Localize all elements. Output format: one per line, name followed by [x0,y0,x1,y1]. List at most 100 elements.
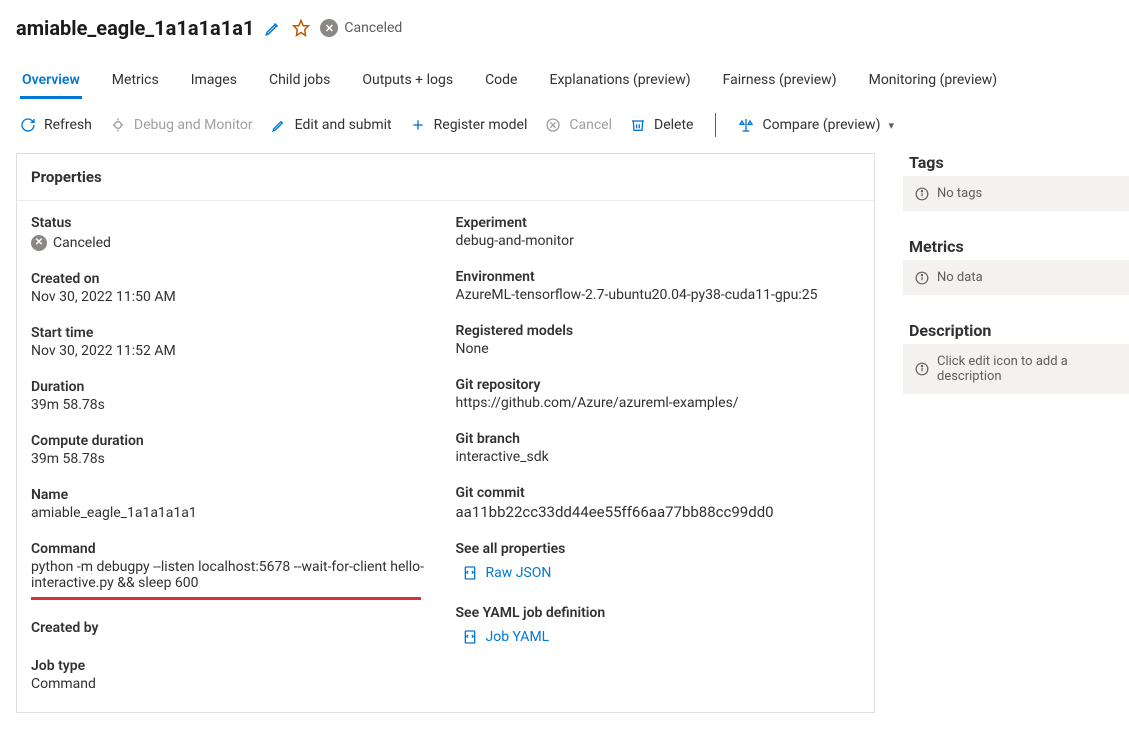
tab-outputs-logs[interactable]: Outputs + logs [360,64,455,99]
edit-title-icon[interactable] [264,19,282,37]
field-duration: Duration 39m 58.78s [31,379,436,413]
field-git-repository: Git repository https://github.com/Azure/… [456,377,861,411]
compare-label: Compare (preview) [762,117,880,133]
trash-icon [630,117,646,133]
bug-icon [110,117,126,133]
field-job-type: Job type Command [31,658,436,692]
job-type-label: Job type [31,658,436,674]
created-on-label: Created on [31,271,436,287]
info-icon [915,362,929,376]
see-yaml-label: See YAML job definition [456,605,861,621]
tags-empty-text: No tags [937,186,982,201]
field-created-by: Created by [31,620,436,638]
git-commit-label: Git commit [456,485,861,501]
properties-panel: Properties Status ✕ Canceled Created on … [16,153,875,713]
delete-label: Delete [654,117,693,133]
compute-duration-value: 39m 58.78s [31,451,436,467]
tab-explanations[interactable]: Explanations (preview) [547,64,692,99]
compare-button[interactable]: Compare (preview) ▾ [738,117,894,133]
command-value: python -m debugpy --listen localhost:567… [31,559,436,591]
favorite-star-icon[interactable] [292,19,310,37]
field-start-time: Start time Nov 30, 2022 11:52 AM [31,325,436,359]
properties-header: Properties [17,154,874,201]
edit-submit-button[interactable]: Edit and submit [271,117,392,133]
raw-json-link[interactable]: Raw JSON [462,565,552,581]
tab-images[interactable]: Images [189,64,239,99]
tab-child-jobs[interactable]: Child jobs [267,64,332,99]
description-section: Description Click edit icon to add a des… [903,321,1129,394]
tab-metrics[interactable]: Metrics [110,64,161,99]
tab-overview[interactable]: Overview [20,64,82,99]
field-see-all-props: See all properties Raw JSON [456,541,861,585]
metrics-section: Metrics No data [903,237,1129,295]
page-header: amiable_eagle_1a1a1a1a1 ✕ Canceled [0,0,1129,46]
git-commit-link[interactable]: aa11bb22cc33dd44ee55ff66aa77bb88cc99dd0 [456,503,861,521]
status-text: Canceled [344,20,402,36]
properties-right-column: Experiment debug-and-monitor Environment… [456,215,861,692]
environment-label: Environment [456,269,861,285]
tags-header: Tags [903,153,1129,176]
delete-button[interactable]: Delete [630,117,693,133]
git-branch-value: interactive_sdk [456,449,861,465]
description-header: Description [903,321,1129,344]
status-value: Canceled [53,235,111,251]
experiment-label: Experiment [456,215,861,231]
cancel-label: Cancel [569,117,612,133]
field-command: Command python -m debugpy --listen local… [31,541,436,600]
info-icon [915,271,929,285]
tags-empty-box: No tags [903,176,1129,211]
refresh-label: Refresh [44,117,92,133]
name-label: Name [31,487,436,503]
field-git-branch: Git branch interactive_sdk [456,431,861,465]
field-compute-duration: Compute duration 39m 58.78s [31,433,436,467]
toolbar-separator [715,113,716,137]
field-registered-models: Registered models None [456,323,861,357]
canceled-icon: ✕ [31,235,47,251]
right-sidebar: Tags No tags Metrics No data Description [903,153,1129,713]
cancel-icon [545,117,561,133]
git-repo-value: https://github.com/Azure/azureml-example… [456,395,861,411]
field-status: Status ✕ Canceled [31,215,436,251]
refresh-icon [20,117,36,133]
refresh-button[interactable]: Refresh [20,117,92,133]
tab-monitoring[interactable]: Monitoring (preview) [867,64,1000,99]
job-yaml-link[interactable]: Job YAML [462,629,550,645]
created-on-value: Nov 30, 2022 11:50 AM [31,289,436,305]
field-environment: Environment AzureML-tensorflow-2.7-ubunt… [456,269,861,303]
tags-section: Tags No tags [903,153,1129,211]
cancel-button: Cancel [545,117,612,133]
content-area: Properties Status ✕ Canceled Created on … [0,153,1129,733]
tab-fairness[interactable]: Fairness (preview) [721,64,839,99]
canceled-icon: ✕ [320,19,338,37]
name-value: amiable_eagle_1a1a1a1a1 [31,505,436,521]
job-type-value: Command [31,676,436,692]
tab-code[interactable]: Code [483,64,519,99]
start-time-value: Nov 30, 2022 11:52 AM [31,343,436,359]
raw-json-label: Raw JSON [486,565,552,581]
git-branch-label: Git branch [456,431,861,447]
metrics-header: Metrics [903,237,1129,260]
status-label: Status [31,215,436,231]
status-badge: ✕ Canceled [320,19,402,37]
field-experiment: Experiment debug-and-monitor [456,215,861,249]
file-icon [462,565,478,581]
experiment-link[interactable]: debug-and-monitor [456,233,861,249]
debug-label: Debug and Monitor [134,117,253,133]
properties-left-column: Status ✕ Canceled Created on Nov 30, 202… [31,215,436,692]
file-icon [462,629,478,645]
registered-models-value: None [456,341,861,357]
scale-icon [738,117,754,133]
register-model-label: Register model [434,117,528,133]
command-highlight-underline [31,597,421,600]
metrics-empty-text: No data [937,270,983,285]
field-git-commit: Git commit aa11bb22cc33dd44ee55ff66aa77b… [456,485,861,521]
edit-submit-label: Edit and submit [295,117,392,133]
duration-label: Duration [31,379,436,395]
toolbar: Refresh Debug and Monitor Edit and submi… [0,99,1129,153]
compute-duration-label: Compute duration [31,433,436,449]
registered-models-label: Registered models [456,323,861,339]
environment-link[interactable]: AzureML-tensorflow-2.7-ubuntu20.04-py38-… [456,287,861,303]
register-model-button[interactable]: Register model [410,117,528,133]
created-by-label: Created by [31,620,436,636]
description-empty-box[interactable]: Click edit icon to add a description [903,344,1129,394]
